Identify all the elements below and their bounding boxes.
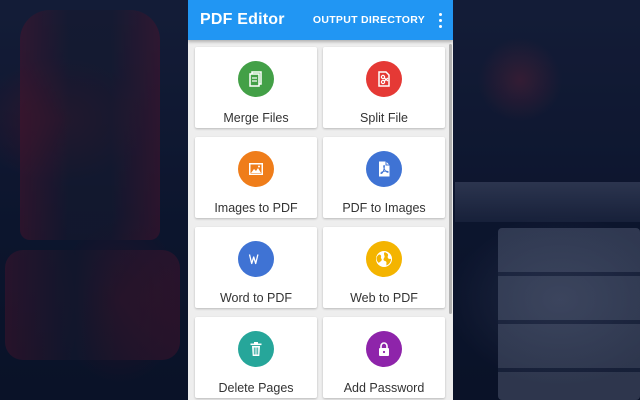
word-to-pdf-card[interactable]: Word to PDF bbox=[195, 227, 317, 308]
globe-icon bbox=[366, 241, 402, 277]
pdf-icon bbox=[366, 151, 402, 187]
app-title: PDF Editor bbox=[200, 11, 285, 28]
trash-icon bbox=[238, 331, 274, 367]
delete-pages-card[interactable]: Delete Pages bbox=[195, 317, 317, 398]
app-window: PDF Editor OUTPUT DIRECTORY Merge Files … bbox=[188, 0, 453, 400]
word-icon bbox=[238, 241, 274, 277]
tool-label: Images to PDF bbox=[214, 201, 298, 215]
merge-files-card[interactable]: Merge Files bbox=[195, 47, 317, 128]
tool-label: PDF to Images bbox=[342, 201, 426, 215]
scrollbar[interactable] bbox=[449, 44, 452, 314]
pdf-to-images-card[interactable]: PDF to Images bbox=[323, 137, 445, 218]
tools-grid: Merge Files Split File Images to PDF PDF… bbox=[188, 40, 453, 398]
web-to-pdf-card[interactable]: Web to PDF bbox=[323, 227, 445, 308]
tool-label: Add Password bbox=[343, 381, 425, 395]
split-file-card[interactable]: Split File bbox=[323, 47, 445, 128]
tool-label: Delete Pages bbox=[218, 381, 294, 395]
split-file-icon bbox=[366, 61, 402, 97]
images-to-pdf-card[interactable]: Images to PDF bbox=[195, 137, 317, 218]
add-password-card[interactable]: Add Password bbox=[323, 317, 445, 398]
lock-icon bbox=[366, 331, 402, 367]
app-bar: PDF Editor OUTPUT DIRECTORY bbox=[188, 0, 453, 40]
tool-label: Web to PDF bbox=[350, 291, 418, 305]
tool-label: Merge Files bbox=[223, 111, 289, 125]
tool-label: Split File bbox=[360, 111, 408, 125]
output-directory-button[interactable]: OUTPUT DIRECTORY bbox=[313, 14, 425, 26]
image-icon bbox=[238, 151, 274, 187]
more-vert-icon[interactable] bbox=[433, 10, 447, 30]
merge-files-icon bbox=[238, 61, 274, 97]
tool-label: Word to PDF bbox=[219, 291, 292, 305]
